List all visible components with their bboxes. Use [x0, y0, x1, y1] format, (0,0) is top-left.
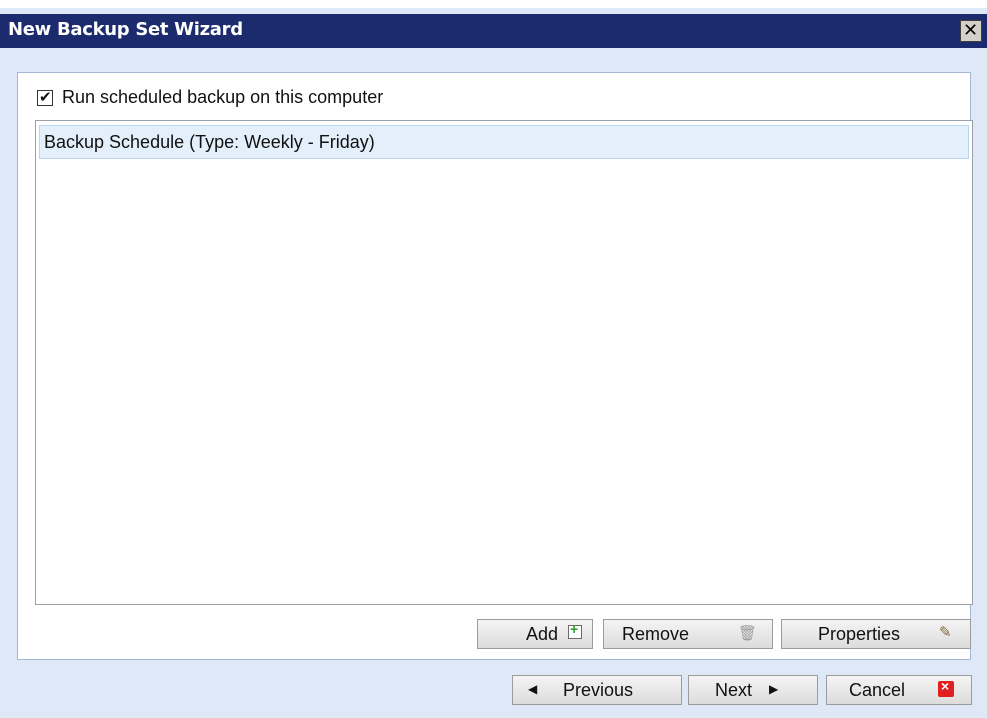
- close-button[interactable]: ✕: [960, 20, 982, 42]
- trash-icon: 🗑: [738, 625, 758, 642]
- cancel-button-label: Cancel: [849, 680, 906, 700]
- cancel-icon: ×: [938, 678, 954, 697]
- previous-button[interactable]: ◀ Previous: [512, 675, 682, 705]
- add-icon: +: [568, 621, 582, 639]
- checkmark-icon: ✔: [39, 88, 52, 106]
- remove-button-label: Remove: [622, 624, 690, 644]
- add-button-label: Add: [526, 624, 559, 644]
- list-item[interactable]: Backup Schedule (Type: Weekly - Friday): [39, 125, 969, 159]
- previous-arrow-icon: ◀: [528, 682, 538, 696]
- remove-button[interactable]: Remove 🗑: [603, 619, 773, 649]
- run-scheduled-backup-label[interactable]: Run scheduled backup on this computer: [62, 87, 383, 108]
- cancel-button[interactable]: Cancel ×: [826, 675, 972, 705]
- close-icon: ✕: [963, 20, 979, 41]
- window-title: New Backup Set Wizard: [8, 19, 243, 40]
- title-bar: New Backup Set Wizard ✕: [0, 14, 987, 48]
- previous-button-label: Previous: [563, 680, 634, 700]
- schedule-item-label: Backup Schedule (Type: Weekly - Friday): [44, 132, 375, 152]
- schedule-list[interactable]: Backup Schedule (Type: Weekly - Friday): [35, 120, 973, 605]
- next-button[interactable]: Next ▶: [688, 675, 818, 705]
- properties-button-label: Properties: [818, 624, 901, 644]
- edit-icon: ✎: [939, 624, 952, 641]
- properties-button[interactable]: Properties ✎: [781, 619, 971, 649]
- run-scheduled-backup-checkbox[interactable]: ✔: [37, 88, 53, 106]
- add-button[interactable]: Add +: [477, 619, 593, 649]
- next-button-label: Next: [715, 680, 753, 700]
- next-arrow-icon: ▶: [769, 682, 779, 696]
